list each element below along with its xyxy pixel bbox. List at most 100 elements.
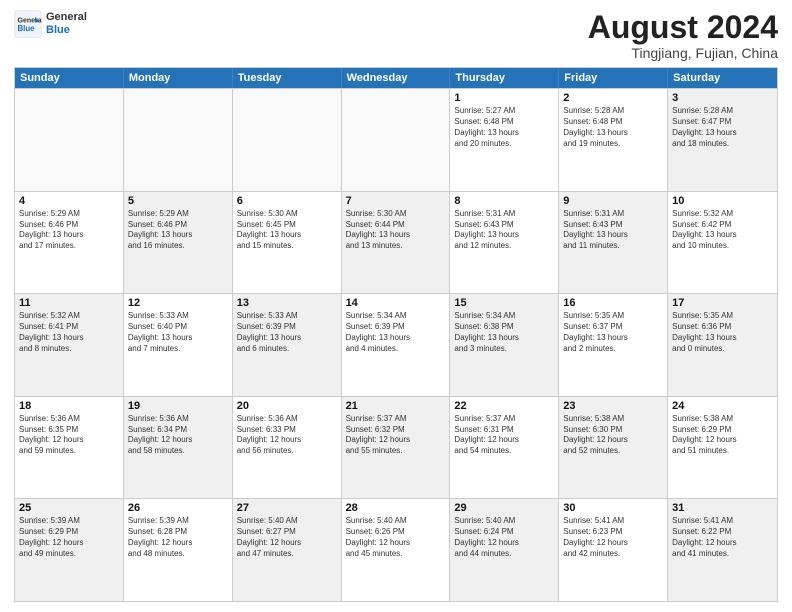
calendar-cell: 31 Sunrise: 5:41 AM Sunset: 6:22 PM Dayli… <box>668 499 777 601</box>
calendar-cell: 20 Sunrise: 5:36 AM Sunset: 6:33 PM Dayli… <box>233 397 342 499</box>
day-number: 26 <box>128 502 228 514</box>
calendar-cell: 16 Sunrise: 5:35 AM Sunset: 6:37 PM Dayli… <box>559 294 668 396</box>
cell-text: Sunrise: 5:32 AM Sunset: 6:42 PM Dayligh… <box>672 209 773 252</box>
day-number: 7 <box>346 195 446 207</box>
day-number: 24 <box>672 400 773 412</box>
calendar-cell: 23 Sunrise: 5:38 AM Sunset: 6:30 PM Dayli… <box>559 397 668 499</box>
calendar-cell: 4 Sunrise: 5:29 AM Sunset: 6:46 PM Daylig… <box>15 192 124 294</box>
calendar-header-friday: Friday <box>559 68 668 88</box>
page: General Blue General Blue August 2024 Ti… <box>0 0 792 612</box>
calendar-cell: 15Sunrise: 5:34 AM Sunset: 6:38 PM Dayli… <box>450 294 559 396</box>
cell-text: Sunrise: 5:36 AM Sunset: 6:34 PM Dayligh… <box>128 414 228 457</box>
cell-text: Sunrise: 5:39 AM Sunset: 6:29 PM Dayligh… <box>19 516 119 559</box>
cell-text: Sunrise: 5:30 AM Sunset: 6:45 PM Dayligh… <box>237 209 337 252</box>
calendar: SundayMondayTuesdayWednesdayThursdayFrid… <box>14 67 778 602</box>
cell-text: Sunrise: 5:32 AM Sunset: 6:41 PM Dayligh… <box>19 311 119 354</box>
cell-text: Sunrise: 5:35 AM Sunset: 6:37 PM Dayligh… <box>563 311 663 354</box>
calendar-cell: 27Sunrise: 5:40 AM Sunset: 6:27 PM Dayli… <box>233 499 342 601</box>
cell-text: Sunrise: 5:28 AM Sunset: 6:48 PM Dayligh… <box>563 106 663 149</box>
cell-text: Sunrise: 5:38 AM Sunset: 6:30 PM Dayligh… <box>563 414 663 457</box>
calendar-cell: 8Sunrise: 5:31 AM Sunset: 6:43 PM Daylig… <box>450 192 559 294</box>
cell-text: Sunrise: 5:39 AM Sunset: 6:28 PM Dayligh… <box>128 516 228 559</box>
calendar-header-row: SundayMondayTuesdayWednesdayThursdayFrid… <box>15 68 777 88</box>
calendar-cell: 13 Sunrise: 5:33 AM Sunset: 6:39 PM Dayli… <box>233 294 342 396</box>
calendar-cell: 18Sunrise: 5:36 AM Sunset: 6:35 PM Dayli… <box>15 397 124 499</box>
cell-text: Sunrise: 5:41 AM Sunset: 6:22 PM Dayligh… <box>672 516 773 559</box>
calendar-header-sunday: Sunday <box>15 68 124 88</box>
day-number: 2 <box>563 92 663 104</box>
svg-text:Blue: Blue <box>18 24 36 33</box>
day-number: 13 <box>237 297 337 309</box>
calendar-cell: 11 Sunrise: 5:32 AM Sunset: 6:41 PM Dayli… <box>15 294 124 396</box>
cell-text: Sunrise: 5:29 AM Sunset: 6:46 PM Dayligh… <box>128 209 228 252</box>
day-number: 22 <box>454 400 554 412</box>
day-number: 12 <box>128 297 228 309</box>
calendar-cell: 25 Sunrise: 5:39 AM Sunset: 6:29 PM Dayli… <box>15 499 124 601</box>
day-number: 15 <box>454 297 554 309</box>
calendar-header-thursday: Thursday <box>450 68 559 88</box>
day-number: 4 <box>19 195 119 207</box>
cell-text: Sunrise: 5:36 AM Sunset: 6:33 PM Dayligh… <box>237 414 337 457</box>
calendar-cell: 14 Sunrise: 5:34 AM Sunset: 6:39 PM Dayli… <box>342 294 451 396</box>
calendar-cell: 12 Sunrise: 5:33 AM Sunset: 6:40 PM Dayli… <box>124 294 233 396</box>
calendar-header-tuesday: Tuesday <box>233 68 342 88</box>
day-number: 3 <box>672 92 773 104</box>
day-number: 6 <box>237 195 337 207</box>
cell-text: Sunrise: 5:34 AM Sunset: 6:39 PM Dayligh… <box>346 311 446 354</box>
calendar-cell <box>124 89 233 191</box>
calendar-cell: 19 Sunrise: 5:36 AM Sunset: 6:34 PM Dayli… <box>124 397 233 499</box>
day-number: 16 <box>563 297 663 309</box>
calendar-cell <box>342 89 451 191</box>
cell-text: Sunrise: 5:28 AM Sunset: 6:47 PM Dayligh… <box>672 106 773 149</box>
day-number: 20 <box>237 400 337 412</box>
cell-text: Sunrise: 5:33 AM Sunset: 6:40 PM Dayligh… <box>128 311 228 354</box>
title-block: August 2024 Tingjiang, Fujian, China <box>588 10 778 61</box>
cell-text: Sunrise: 5:40 AM Sunset: 6:24 PM Dayligh… <box>454 516 554 559</box>
logo-text-line1: General <box>46 11 87 24</box>
day-number: 10 <box>672 195 773 207</box>
calendar-header-saturday: Saturday <box>668 68 777 88</box>
calendar-week-1: 1Sunrise: 5:27 AM Sunset: 6:48 PM Daylig… <box>15 88 777 191</box>
calendar-cell: 29 Sunrise: 5:40 AM Sunset: 6:24 PM Dayli… <box>450 499 559 601</box>
calendar-week-5: 25 Sunrise: 5:39 AM Sunset: 6:29 PM Dayli… <box>15 498 777 601</box>
calendar-week-4: 18Sunrise: 5:36 AM Sunset: 6:35 PM Dayli… <box>15 396 777 499</box>
calendar-header-wednesday: Wednesday <box>342 68 451 88</box>
cell-text: Sunrise: 5:40 AM Sunset: 6:27 PM Dayligh… <box>237 516 337 559</box>
subtitle: Tingjiang, Fujian, China <box>588 45 778 61</box>
day-number: 11 <box>19 297 119 309</box>
calendar-cell: 2 Sunrise: 5:28 AM Sunset: 6:48 PM Daylig… <box>559 89 668 191</box>
day-number: 25 <box>19 502 119 514</box>
main-title: August 2024 <box>588 10 778 45</box>
day-number: 21 <box>346 400 446 412</box>
cell-text: Sunrise: 5:29 AM Sunset: 6:46 PM Dayligh… <box>19 209 119 252</box>
day-number: 28 <box>346 502 446 514</box>
calendar-cell: 26 Sunrise: 5:39 AM Sunset: 6:28 PM Dayli… <box>124 499 233 601</box>
calendar-week-3: 11 Sunrise: 5:32 AM Sunset: 6:41 PM Dayli… <box>15 293 777 396</box>
calendar-cell: 1Sunrise: 5:27 AM Sunset: 6:48 PM Daylig… <box>450 89 559 191</box>
cell-text: Sunrise: 5:40 AM Sunset: 6:26 PM Dayligh… <box>346 516 446 559</box>
day-number: 23 <box>563 400 663 412</box>
calendar-cell: 24Sunrise: 5:38 AM Sunset: 6:29 PM Dayli… <box>668 397 777 499</box>
calendar-cell: 6 Sunrise: 5:30 AM Sunset: 6:45 PM Daylig… <box>233 192 342 294</box>
day-number: 30 <box>563 502 663 514</box>
cell-text: Sunrise: 5:37 AM Sunset: 6:31 PM Dayligh… <box>454 414 554 457</box>
cell-text: Sunrise: 5:37 AM Sunset: 6:32 PM Dayligh… <box>346 414 446 457</box>
day-number: 14 <box>346 297 446 309</box>
calendar-header-monday: Monday <box>124 68 233 88</box>
day-number: 29 <box>454 502 554 514</box>
logo-text-line2: Blue <box>46 24 87 37</box>
calendar-cell <box>233 89 342 191</box>
header: General Blue General Blue August 2024 Ti… <box>14 10 778 61</box>
day-number: 19 <box>128 400 228 412</box>
day-number: 1 <box>454 92 554 104</box>
calendar-cell: 5 Sunrise: 5:29 AM Sunset: 6:46 PM Daylig… <box>124 192 233 294</box>
cell-text: Sunrise: 5:30 AM Sunset: 6:44 PM Dayligh… <box>346 209 446 252</box>
day-number: 31 <box>672 502 773 514</box>
cell-text: Sunrise: 5:33 AM Sunset: 6:39 PM Dayligh… <box>237 311 337 354</box>
day-number: 17 <box>672 297 773 309</box>
calendar-cell: 3 Sunrise: 5:28 AM Sunset: 6:47 PM Daylig… <box>668 89 777 191</box>
calendar-cell: 22 Sunrise: 5:37 AM Sunset: 6:31 PM Dayli… <box>450 397 559 499</box>
calendar-week-2: 4 Sunrise: 5:29 AM Sunset: 6:46 PM Daylig… <box>15 191 777 294</box>
calendar-cell: 28 Sunrise: 5:40 AM Sunset: 6:26 PM Dayli… <box>342 499 451 601</box>
day-number: 5 <box>128 195 228 207</box>
